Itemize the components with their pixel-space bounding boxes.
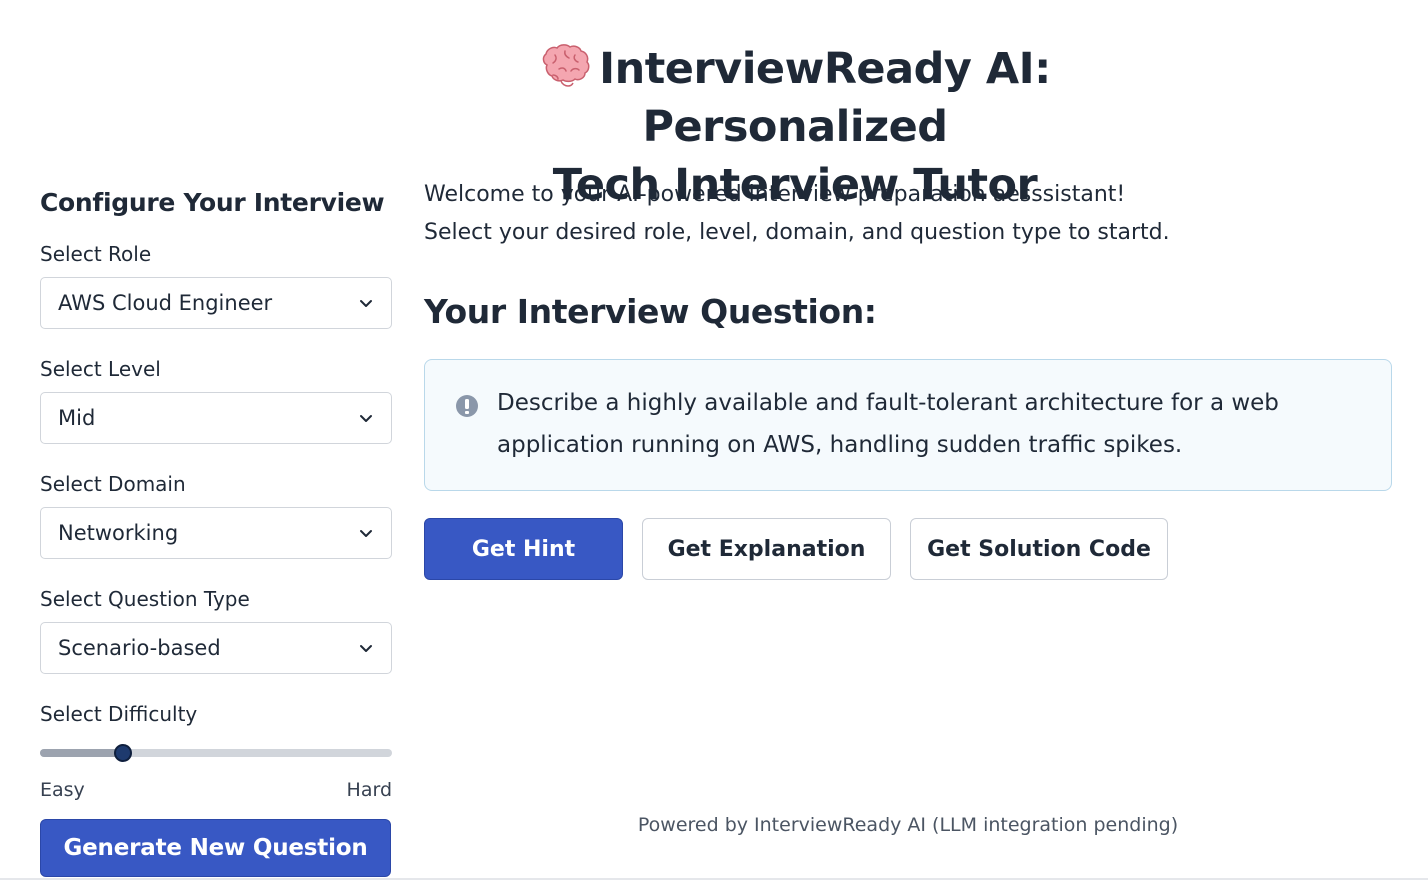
question-type-label: Select Question Type — [40, 587, 250, 611]
domain-label: Select Domain — [40, 472, 186, 496]
domain-select[interactable]: Networking — [40, 507, 392, 559]
difficulty-min-label: Easy — [40, 779, 85, 801]
chevron-down-icon — [360, 415, 372, 422]
level-label: Select Level — [40, 357, 161, 381]
question-card: Describe a highly available and fault-to… — [424, 359, 1392, 491]
difficulty-slider-thumb[interactable] — [113, 744, 132, 762]
difficulty-range-labels: Easy Hard — [40, 779, 392, 801]
welcome-message: Welcome to your AI-powered interview pre… — [424, 176, 1324, 252]
get-solution-code-button[interactable]: Get Solution Code — [910, 518, 1168, 580]
welcome-line-2: Select your desired role, level, domain,… — [424, 220, 1170, 245]
welcome-line-1: Welcome to your AI-powered interview pre… — [424, 182, 1126, 207]
title-line-1: InterviewReady AI: Personalized — [420, 40, 1170, 156]
difficulty-slider-fill — [40, 749, 123, 757]
level-select-value: Mid — [58, 406, 96, 430]
question-type-select-value: Scenario-based — [58, 636, 221, 660]
sidebar: Configure Your Interview Select Role AWS… — [40, 188, 392, 877]
action-buttons: Get Hint Get Explanation Get Solution Co… — [424, 518, 1168, 580]
generate-new-question-button[interactable]: Generate New Question — [40, 819, 391, 877]
difficulty-max-label: Hard — [346, 779, 392, 801]
chevron-down-icon — [360, 300, 372, 307]
level-select[interactable]: Mid — [40, 392, 392, 444]
question-type-select[interactable]: Scenario-based — [40, 622, 392, 674]
get-hint-button[interactable]: Get Hint — [424, 518, 623, 580]
sidebar-title: Configure Your Interview — [40, 188, 385, 217]
footer-note: Powered by InterviewReady AI (LLM integr… — [637, 814, 1179, 836]
question-text: Describe a highly available and fault-to… — [497, 390, 1279, 458]
role-select[interactable]: AWS Cloud Engineer — [40, 277, 392, 329]
difficulty-slider[interactable] — [40, 744, 392, 762]
chevron-down-icon — [360, 645, 372, 652]
difficulty-label: Select Difficulty — [40, 702, 198, 726]
role-select-value: AWS Cloud Engineer — [58, 291, 273, 315]
question-heading: Your Interview Question: — [424, 292, 877, 331]
get-explanation-button[interactable]: Get Explanation — [642, 518, 891, 580]
info-icon — [456, 395, 478, 417]
domain-select-value: Networking — [58, 521, 179, 545]
role-label: Select Role — [40, 242, 152, 266]
chevron-down-icon — [360, 530, 372, 537]
brain-icon — [542, 44, 590, 87]
